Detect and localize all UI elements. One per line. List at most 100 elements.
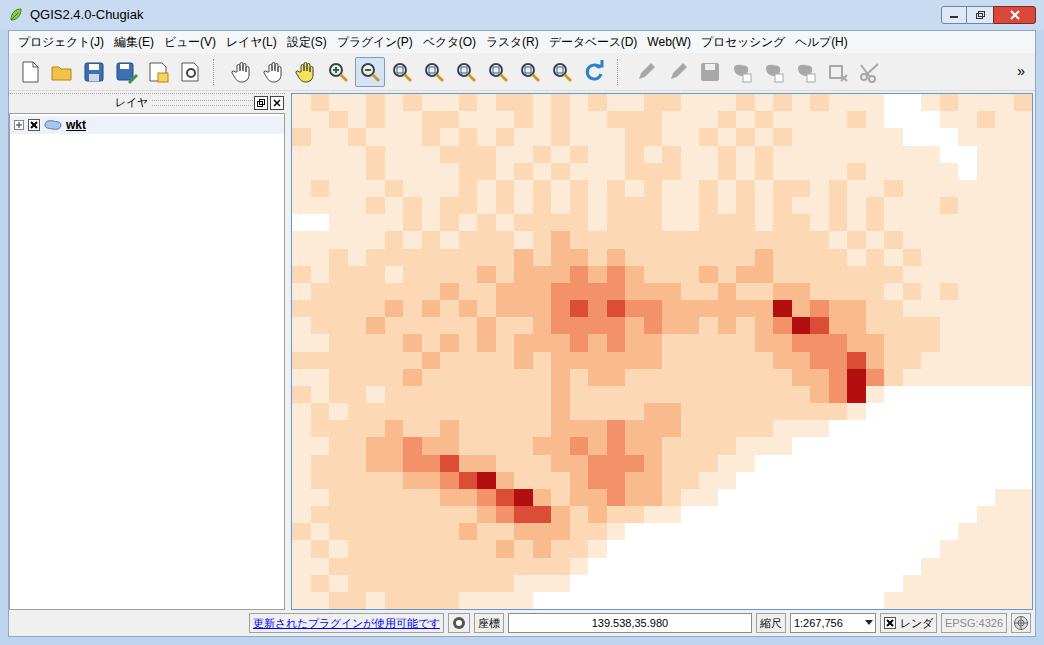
layer-row[interactable]: wkt (10, 116, 284, 134)
scale-label: 縮尺 (756, 613, 786, 633)
map-cell (884, 403, 903, 420)
toolbar-button[interactable] (451, 57, 481, 87)
map-cell (1014, 128, 1033, 145)
map-cell (829, 506, 848, 523)
toolbar-button[interactable] (387, 57, 417, 87)
map-cell (496, 489, 515, 506)
map-cell (570, 146, 589, 163)
map-cell (921, 489, 940, 506)
menu-item[interactable]: プロセッシング (696, 33, 790, 51)
map-cell (866, 163, 885, 180)
close-button[interactable] (993, 6, 1036, 24)
toolbar-button[interactable] (483, 57, 513, 87)
map-cell (348, 146, 367, 163)
layer-tree[interactable]: wkt (9, 113, 285, 610)
map-cell (718, 94, 737, 111)
map-cell (440, 128, 459, 145)
map-cell (1014, 197, 1033, 214)
coordinate-field[interactable]: 139.538,35.980 (508, 613, 752, 633)
toolbar-button[interactable] (579, 57, 609, 87)
menu-item[interactable]: ラスタ(R) (481, 33, 544, 51)
map-cell (903, 334, 922, 351)
map-cell (311, 94, 330, 111)
map-cell (921, 146, 940, 163)
toolbar-button[interactable] (15, 57, 45, 87)
map-cell (440, 94, 459, 111)
map-cell (755, 163, 774, 180)
menu-item[interactable]: Web(W) (642, 33, 696, 51)
map-cell (699, 403, 718, 420)
map-cell (607, 506, 626, 523)
map-cell (551, 231, 570, 248)
toolbar-button[interactable] (259, 57, 289, 87)
toolbar-button[interactable] (323, 57, 353, 87)
map-cell (829, 352, 848, 369)
plugin-notice-link[interactable]: 更新されたプラグインが使用可能です (249, 613, 444, 633)
map-cell (644, 266, 663, 283)
map-cell (792, 283, 811, 300)
float-button[interactable] (254, 96, 268, 110)
menu-item[interactable]: レイヤ(L) (221, 33, 282, 51)
map-canvas[interactable] (291, 93, 1033, 610)
map-cell (681, 523, 700, 540)
map-cell (422, 472, 441, 489)
map-cell (810, 575, 829, 592)
map-cell (311, 197, 330, 214)
map-cell (348, 403, 367, 420)
toolbar-button[interactable] (143, 57, 173, 87)
map-cell (292, 523, 311, 540)
menu-item[interactable]: ビュー(V) (159, 33, 221, 51)
projection-button[interactable] (1011, 613, 1031, 633)
menu-item[interactable]: データベース(D) (544, 33, 643, 51)
message-button[interactable] (448, 613, 470, 633)
scale-combobox[interactable]: 1:267,756 (790, 613, 876, 633)
map-cell (422, 163, 441, 180)
map-cell (829, 489, 848, 506)
map-cell (292, 540, 311, 557)
map-cell (847, 472, 866, 489)
map-cell (625, 283, 644, 300)
menu-item[interactable]: プロジェクト(J) (13, 33, 109, 51)
minimize-button[interactable] (941, 6, 967, 24)
map-cell (422, 231, 441, 248)
map-cell (662, 231, 681, 248)
render-checkbox[interactable] (884, 617, 896, 629)
render-toggle[interactable]: レンダ (880, 613, 937, 633)
toolbar-button[interactable] (111, 57, 141, 87)
menu-item[interactable]: プラグイン(P) (332, 33, 418, 51)
map-cell (866, 558, 885, 575)
toolbar-button[interactable] (79, 57, 109, 87)
toolbar-button[interactable] (291, 57, 321, 87)
expand-icon[interactable] (14, 120, 24, 130)
map-cell (607, 455, 626, 472)
panel-close-button[interactable] (270, 96, 284, 110)
map-cell (440, 163, 459, 180)
map-cell (422, 146, 441, 163)
map-cell (366, 180, 385, 197)
maximize-button[interactable] (967, 6, 993, 24)
map-cell (625, 540, 644, 557)
map-cell (644, 180, 663, 197)
toolbar-button[interactable] (355, 57, 385, 87)
layer-name[interactable]: wkt (66, 116, 86, 134)
crs-button[interactable]: EPSG:4326 (941, 613, 1007, 633)
menu-item[interactable]: ベクタ(O) (418, 33, 481, 51)
map-cell (736, 231, 755, 248)
toolbar-button[interactable] (227, 57, 257, 87)
menu-item[interactable]: 設定(S) (282, 33, 332, 51)
menu-item[interactable]: 編集(E) (109, 33, 159, 51)
map-cell (459, 575, 478, 592)
toolbar-button[interactable] (515, 57, 545, 87)
map-cell (329, 558, 348, 575)
visibility-checkbox[interactable] (28, 119, 40, 131)
map-cell (403, 523, 422, 540)
toolbar-overflow[interactable]: » (1013, 61, 1029, 82)
toolbar-button[interactable] (47, 57, 77, 87)
map-cell (607, 94, 626, 111)
toolbar-button[interactable] (175, 57, 205, 87)
toolbar-button[interactable] (419, 57, 449, 87)
map-cell (422, 214, 441, 231)
menu-item[interactable]: ヘルプ(H) (790, 33, 853, 51)
map-cell (588, 403, 607, 420)
toolbar-button[interactable] (547, 57, 577, 87)
